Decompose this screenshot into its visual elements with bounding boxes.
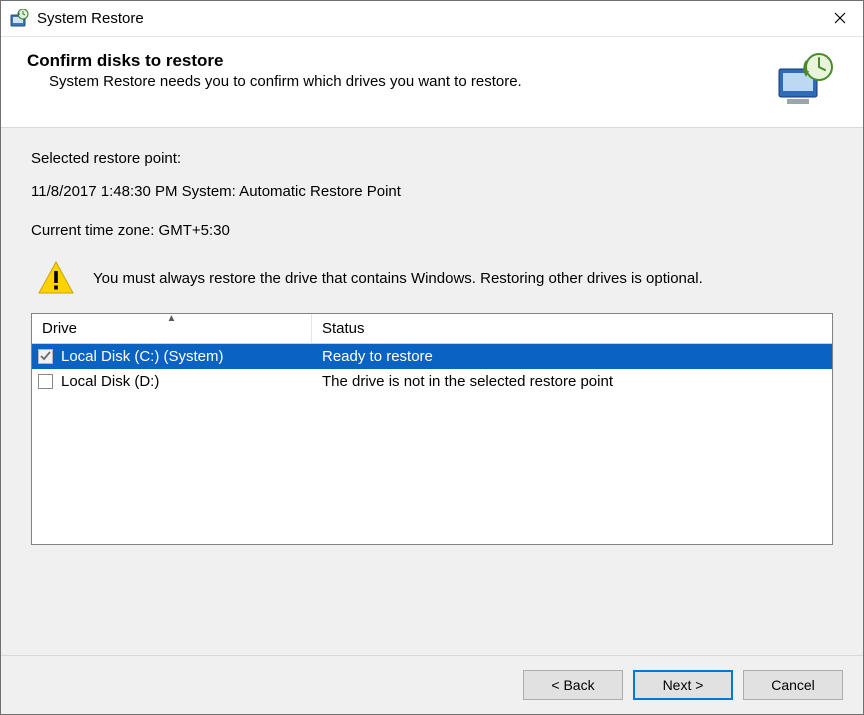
timezone-label: Current time zone: GMT+5:30 — [31, 222, 833, 239]
window-title: System Restore — [37, 10, 817, 27]
back-button[interactable]: < Back — [523, 670, 623, 700]
next-button[interactable]: Next > — [633, 670, 733, 700]
table-body: Local Disk (C:) (System) Ready to restor… — [32, 344, 832, 544]
sort-indicator-icon: ▲ — [167, 313, 177, 324]
warning-text: You must always restore the drive that c… — [93, 270, 703, 287]
drive-name: Local Disk (C:) (System) — [59, 344, 228, 369]
column-header-status-label: Status — [322, 320, 365, 337]
selected-restore-point-value: 11/8/2017 1:48:30 PM System: Automatic R… — [31, 183, 833, 200]
wizard-footer: < Back Next > Cancel — [1, 655, 863, 714]
wizard-header: Confirm disks to restore System Restore … — [1, 37, 863, 127]
page-subheading: System Restore needs you to confirm whic… — [49, 73, 763, 90]
system-restore-icon — [9, 9, 29, 29]
table-row[interactable]: Local Disk (D:) The drive is not in the … — [32, 369, 832, 394]
table-header: Drive ▲ Status — [32, 314, 832, 344]
close-icon — [834, 8, 846, 29]
selected-restore-point-label: Selected restore point: — [31, 150, 833, 167]
close-button[interactable] — [817, 1, 863, 37]
restore-illustration-icon — [773, 51, 837, 107]
column-header-drive[interactable]: Drive ▲ — [32, 314, 312, 343]
drive-checkbox — [38, 349, 53, 364]
column-header-status[interactable]: Status — [312, 314, 832, 343]
table-row[interactable]: Local Disk (C:) (System) Ready to restor… — [32, 344, 832, 369]
wizard-body: Selected restore point: 11/8/2017 1:48:3… — [1, 127, 863, 655]
cancel-button[interactable]: Cancel — [743, 670, 843, 700]
warning-row: You must always restore the drive that c… — [31, 259, 833, 297]
drives-table: Drive ▲ Status Local Disk (C:) (System) … — [31, 313, 833, 545]
system-restore-window: System Restore Confirm disks to restore … — [0, 0, 864, 715]
drive-status: The drive is not in the selected restore… — [312, 369, 832, 394]
titlebar: System Restore — [1, 1, 863, 37]
column-header-drive-label: Drive — [42, 320, 77, 337]
page-heading: Confirm disks to restore — [27, 51, 763, 71]
drive-status: Ready to restore — [312, 344, 832, 369]
warning-icon — [37, 259, 75, 297]
drive-name: Local Disk (D:) — [59, 369, 163, 394]
drive-checkbox[interactable] — [38, 374, 53, 389]
